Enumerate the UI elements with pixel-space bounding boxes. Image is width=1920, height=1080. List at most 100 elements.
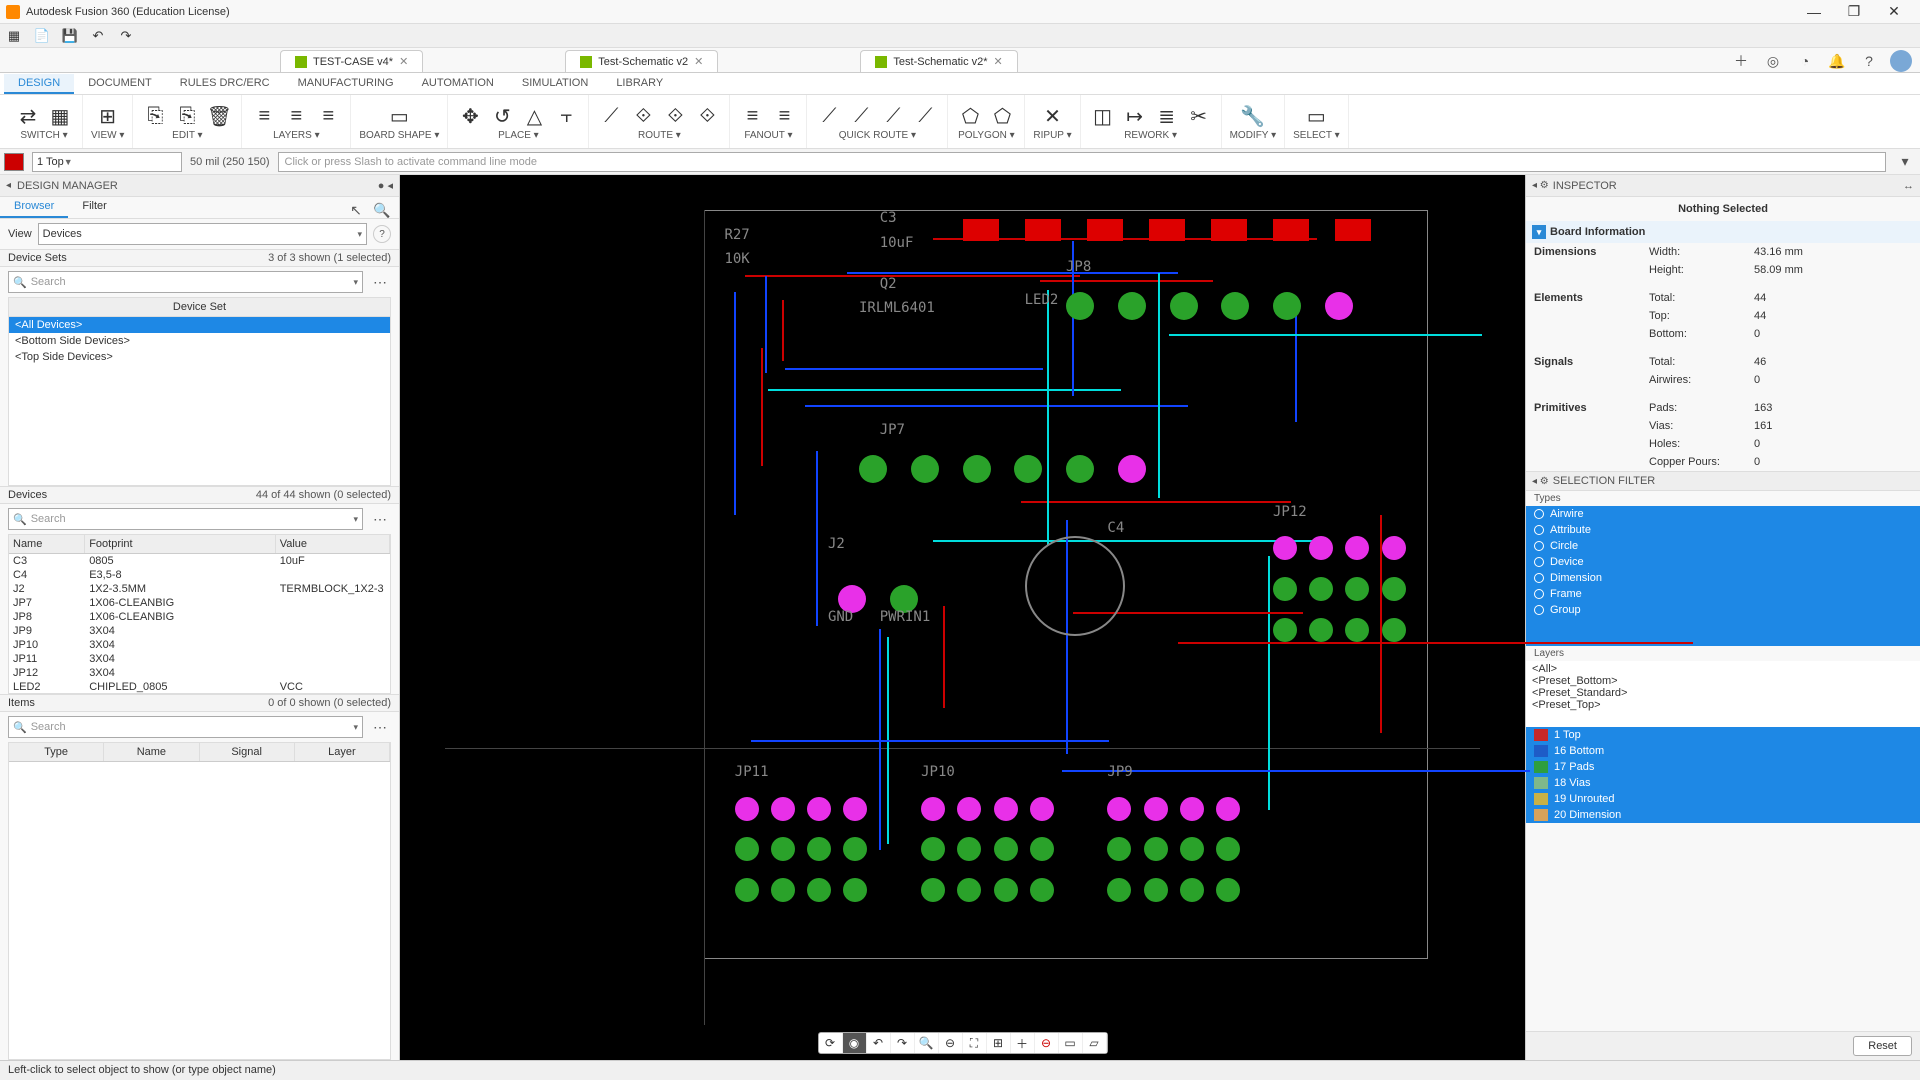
ribbon-icon[interactable]: ⟐	[693, 102, 721, 130]
table-row[interactable]: JP103X04	[9, 638, 390, 652]
devices-table[interactable]: NameFootprintValueC3080510uFC4E3,5-8J21X…	[8, 534, 391, 694]
devices-search[interactable]: 🔍 Search ▾	[8, 508, 363, 530]
workspace-tab-automation[interactable]: AUTOMATION	[408, 74, 508, 94]
items-table[interactable]: TypeNameSignalLayer	[8, 742, 391, 1060]
ribbon-group-label[interactable]: SELECT ▾	[1293, 130, 1340, 141]
layer-presets[interactable]: <All><Preset_Bottom><Preset_Standard><Pr…	[1526, 661, 1920, 727]
ribbon-icon[interactable]: ≣	[1153, 102, 1181, 130]
more-options-icon[interactable]: ⋯	[369, 508, 391, 530]
column-header[interactable]: Name	[104, 743, 199, 761]
ribbon-icon[interactable]: ⎘	[141, 102, 169, 130]
add-icon[interactable]: ＋	[1011, 1033, 1035, 1053]
close-tab-icon[interactable]: ✕	[694, 55, 703, 68]
close-button[interactable]: ✕	[1874, 2, 1914, 22]
filter-type-item[interactable]: Circle	[1526, 538, 1920, 554]
column-header[interactable]: Value	[276, 535, 390, 553]
filter-type-item[interactable]: Frame	[1526, 586, 1920, 602]
ribbon-icon[interactable]: ⟐	[661, 102, 689, 130]
table-row[interactable]: J21X2-3.5MMTERMBLOCK_1X2-3	[9, 582, 390, 596]
ribbon-icon[interactable]: ⟋	[815, 102, 843, 130]
ribbon-icon[interactable]: ≡	[738, 102, 766, 130]
remove-icon[interactable]: ⊖	[1035, 1033, 1059, 1053]
filter-type-item[interactable]: Airwire	[1526, 506, 1920, 522]
table-row[interactable]: LED2CHIPLED_0805VCC	[9, 680, 390, 694]
device-set-list[interactable]: <All Devices><Bottom Side Devices><Top S…	[8, 316, 391, 486]
layers-list[interactable]: 1 Top16 Bottom17 Pads18 Vias19 Unrouted2…	[1526, 727, 1920, 1031]
ribbon-group-label[interactable]: PLACE ▾	[498, 130, 539, 141]
layer-select[interactable]: 1 Top ▼	[32, 152, 182, 172]
device-sets-search[interactable]: 🔍 Search ▾	[8, 271, 363, 293]
ribbon-icon[interactable]: ↺	[488, 102, 516, 130]
ribbon-icon[interactable]: ⟐	[629, 102, 657, 130]
file-tab[interactable]: Test-Schematic v2 ✕	[565, 50, 718, 72]
ribbon-group-label[interactable]: MODIFY ▾	[1230, 130, 1277, 141]
ribbon-icon[interactable]: 🗑	[205, 102, 233, 130]
column-header[interactable]: Layer	[295, 743, 390, 761]
workspace-tab-design[interactable]: DESIGN	[4, 74, 74, 94]
ribbon-icon[interactable]: ⬠	[988, 102, 1016, 130]
filter-layer-item[interactable]: 18 Vias	[1526, 775, 1920, 791]
look-icon[interactable]: ◉	[843, 1033, 867, 1053]
ribbon-icon[interactable]: ≡	[282, 102, 310, 130]
ribbon-icon[interactable]: ⫟	[552, 102, 580, 130]
filter-tab[interactable]: Filter	[68, 197, 120, 218]
column-header[interactable]: Signal	[200, 743, 295, 761]
command-dropdown-icon[interactable]: ▾	[1894, 151, 1916, 173]
undo-view-icon[interactable]: ↶	[867, 1033, 891, 1053]
column-header[interactable]: Name	[9, 535, 85, 553]
device-set-item[interactable]: <Top Side Devices>	[9, 349, 390, 365]
ribbon-group-label[interactable]: BOARD SHAPE ▾	[359, 130, 439, 141]
ribbon-icon[interactable]: ≡	[770, 102, 798, 130]
ribbon-icon[interactable]: ⇄	[14, 102, 42, 130]
maximize-button[interactable]: ❐	[1834, 2, 1874, 22]
ribbon-icon[interactable]: △	[520, 102, 548, 130]
layer-preset-item[interactable]: <Preset_Top>	[1532, 699, 1914, 711]
ribbon-icon[interactable]: ⟋	[847, 102, 875, 130]
extensions-icon[interactable]: ◎	[1762, 50, 1784, 72]
filter-layer-item[interactable]: 20 Dimension	[1526, 807, 1920, 823]
ribbon-icon[interactable]: ▭	[1302, 102, 1330, 130]
job-status-icon[interactable]: ◔	[1794, 50, 1816, 72]
types-list[interactable]: AirwireAttributeCircleDeviceDimensionFra…	[1526, 506, 1920, 646]
pcb-canvas[interactable]: JP11JP10JP9R2710KC310uFQ2IRLML6401LED2JP…	[400, 175, 1525, 1060]
workspace-tab-rulesdrcerc[interactable]: RULES DRC/ERC	[166, 74, 284, 94]
file-menu-icon[interactable]: 📄	[30, 26, 54, 46]
minimize-button[interactable]: —	[1794, 2, 1834, 22]
reset-button[interactable]: Reset	[1853, 1036, 1912, 1056]
zoom-icon[interactable]: 🔍	[915, 1033, 939, 1053]
redo-view-icon[interactable]: ↷	[891, 1033, 915, 1053]
ribbon-icon[interactable]: ↦	[1121, 102, 1149, 130]
more-options-icon[interactable]: ⋯	[369, 716, 391, 738]
items-search[interactable]: 🔍 Search ▾	[8, 716, 363, 738]
filter-type-item[interactable]: Device	[1526, 554, 1920, 570]
ribbon-icon[interactable]: ✂	[1185, 102, 1213, 130]
ribbon-icon[interactable]: ⊞	[94, 102, 122, 130]
filter-type-item[interactable]: Group	[1526, 602, 1920, 618]
layer-preset-item[interactable]: <Preset_Standard>	[1532, 687, 1914, 699]
notifications-icon[interactable]: 🔔	[1826, 50, 1848, 72]
ribbon-icon[interactable]: ⟋	[879, 102, 907, 130]
more-options-icon[interactable]: ⋯	[369, 271, 391, 293]
layer-preset-item[interactable]: <All>	[1532, 663, 1914, 675]
orbit-icon[interactable]: ⟳	[819, 1033, 843, 1053]
browser-tab[interactable]: Browser	[0, 197, 68, 218]
device-set-item[interactable]: <Bottom Side Devices>	[9, 333, 390, 349]
device-set-item[interactable]: <All Devices>	[9, 317, 390, 333]
help-icon[interactable]: ?	[1858, 50, 1880, 72]
file-tab[interactable]: TEST-CASE v4* ✕	[280, 50, 423, 72]
cursor-tool-icon[interactable]: ↖	[345, 199, 367, 221]
ribbon-icon[interactable]: ⎘	[173, 102, 201, 130]
close-tab-icon[interactable]: ✕	[994, 55, 1003, 68]
table-row[interactable]: JP71X06-CLEANBIG	[9, 596, 390, 610]
workspace-tab-manufacturing[interactable]: MANUFACTURING	[284, 74, 408, 94]
file-tab[interactable]: Test-Schematic v2* ✕	[860, 50, 1017, 72]
ribbon-icon[interactable]: ▦	[46, 102, 74, 130]
ribbon-group-label[interactable]: ROUTE ▾	[638, 130, 681, 141]
ribbon-group-label[interactable]: SWITCH ▾	[20, 130, 67, 141]
command-line-input[interactable]: Click or press Slash to activate command…	[278, 152, 1887, 172]
ribbon-icon[interactable]: ◫	[1089, 102, 1117, 130]
help-icon[interactable]: ?	[373, 225, 391, 243]
ribbon-icon[interactable]: ≡	[250, 102, 278, 130]
ribbon-group-label[interactable]: FANOUT ▾	[744, 130, 792, 141]
zoom-out-icon[interactable]: ⊖	[939, 1033, 963, 1053]
